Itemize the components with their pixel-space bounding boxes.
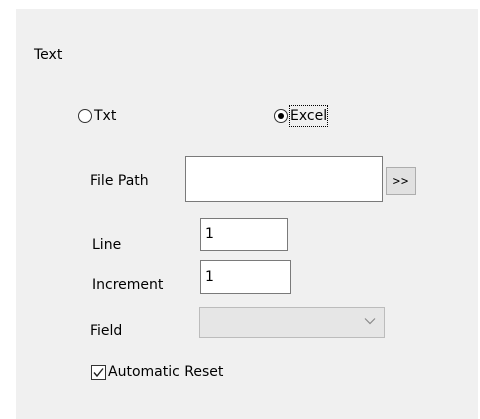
increment-input[interactable]: 1 <box>200 260 291 294</box>
file-path-input[interactable] <box>185 156 383 202</box>
file-path-label: File Path <box>90 173 149 189</box>
radio-txt-label[interactable]: Txt <box>94 106 116 126</box>
browse-button[interactable]: >> <box>386 167 416 195</box>
field-dropdown[interactable] <box>199 307 385 338</box>
checkbox-box[interactable] <box>91 364 106 380</box>
radio-txt-circle[interactable] <box>78 109 92 123</box>
section-title: Text <box>34 47 63 63</box>
field-label: Field <box>90 323 123 339</box>
line-label: Line <box>92 237 122 253</box>
checkmark-icon <box>93 367 104 377</box>
radio-excel-circle[interactable] <box>274 109 288 123</box>
radio-excel[interactable]: Excel <box>274 105 329 127</box>
increment-label: Increment <box>92 277 164 293</box>
chevron-down-icon <box>364 318 376 325</box>
settings-panel: Text Txt Excel File Path >> Line 1 Incre… <box>16 9 478 419</box>
automatic-reset-label[interactable]: Automatic Reset <box>108 362 223 382</box>
radio-selected-dot <box>278 113 284 119</box>
automatic-reset-checkbox[interactable]: Automatic Reset <box>91 362 223 382</box>
line-input[interactable]: 1 <box>200 218 288 251</box>
radio-txt[interactable]: Txt <box>78 106 116 126</box>
radio-excel-label[interactable]: Excel <box>288 105 329 127</box>
